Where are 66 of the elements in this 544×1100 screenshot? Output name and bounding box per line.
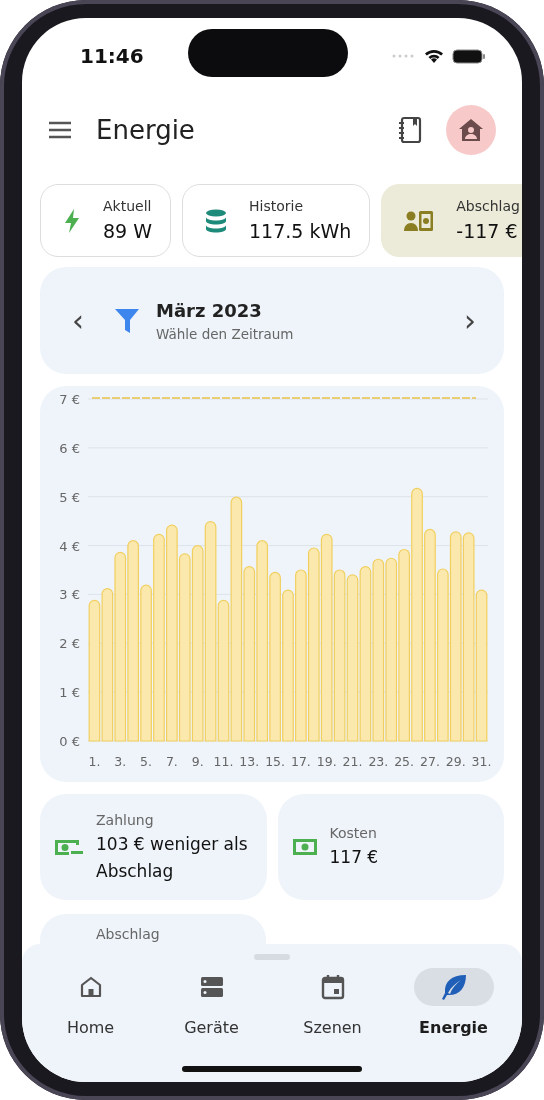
stat-chip[interactable]: Aktuell 89 W — [40, 184, 171, 257]
next-button[interactable]: › — [458, 305, 482, 336]
drag-handle[interactable] — [254, 954, 290, 960]
axis-label: 5 € — [59, 489, 80, 505]
stat-chip[interactable]: Historie 117.5 kWh — [182, 184, 371, 257]
axis-label: 23. — [368, 754, 389, 769]
axis-label: 4 € — [59, 538, 80, 554]
axis-label: 2 € — [59, 636, 80, 652]
chip-label: Historie — [249, 196, 305, 216]
axis-label: 3. — [114, 754, 127, 769]
filter-icon[interactable] — [114, 306, 140, 335]
axis-label: 17. — [290, 754, 311, 769]
leaf-icon — [440, 974, 467, 1000]
axis-label: 1. — [88, 754, 101, 769]
person-money-icon — [404, 209, 435, 232]
axis-label: 19. — [316, 754, 337, 769]
axis-label: 31. — [471, 754, 492, 769]
axis-label: 7 € — [59, 392, 80, 407]
axis-label: 11. — [213, 754, 234, 769]
axis-label: 27. — [420, 754, 440, 769]
calendar-icon — [320, 974, 345, 1000]
axis-label: 0 € — [59, 734, 80, 749]
server-icon — [199, 975, 224, 999]
signal-icon — [392, 54, 416, 58]
banknote-icon — [291, 838, 318, 856]
wifi-icon — [424, 48, 444, 64]
notebook-icon[interactable] — [398, 116, 422, 144]
axis-label: 15. — [265, 754, 286, 769]
period-title: März 2023 — [156, 298, 263, 323]
chip-value: 89 W — [103, 218, 152, 244]
axis-label: 9. — [191, 754, 204, 769]
stat-chip[interactable]: Abschlag -117 € — [381, 184, 522, 257]
axis-label: 21. — [342, 754, 363, 769]
axis-label: 6 € — [59, 440, 80, 456]
screen-title: Energie — [96, 113, 196, 147]
nav-tab[interactable]: Geräte — [151, 968, 272, 1040]
chip-label: Aktuell — [103, 196, 152, 216]
chip-label: Abschlag — [456, 196, 520, 216]
axis-label: 3 € — [59, 587, 80, 603]
money-minus-icon — [54, 837, 84, 857]
axis-label: 5. — [140, 754, 153, 769]
battery-icon — [452, 48, 486, 64]
nav-tab[interactable]: Energie — [393, 968, 514, 1040]
axis-label: 29. — [445, 754, 466, 769]
card-value: 103 € weniger als Abschlag — [96, 833, 249, 883]
card-value: 117 € — [329, 846, 379, 870]
axis-label: 1 € — [59, 685, 80, 701]
nav-tab[interactable]: Szenen — [272, 968, 393, 1040]
period-hint: Wähle den Zeitraum — [156, 324, 295, 344]
status-time: 11:46 — [80, 43, 144, 70]
bolt-icon — [63, 207, 81, 234]
axis-label: 25. — [394, 754, 415, 769]
menu-icon[interactable] — [48, 121, 72, 139]
card-label: Zahlung — [96, 811, 155, 831]
home-profile-button[interactable] — [446, 105, 496, 155]
house-icon — [78, 975, 103, 999]
axis-label: 7. — [165, 754, 178, 769]
nav-tab[interactable]: Home — [30, 968, 151, 1040]
chip-value: -117 € — [456, 218, 519, 244]
house-person-icon — [458, 118, 484, 142]
chip-value: 117.5 kWh — [249, 218, 352, 244]
card-label: Kosten — [329, 824, 378, 844]
axis-label: 13. — [239, 754, 260, 769]
previous-button[interactable]: ‹ — [66, 305, 90, 336]
database-icon — [205, 208, 227, 233]
card-label: Abschlag — [96, 926, 160, 942]
